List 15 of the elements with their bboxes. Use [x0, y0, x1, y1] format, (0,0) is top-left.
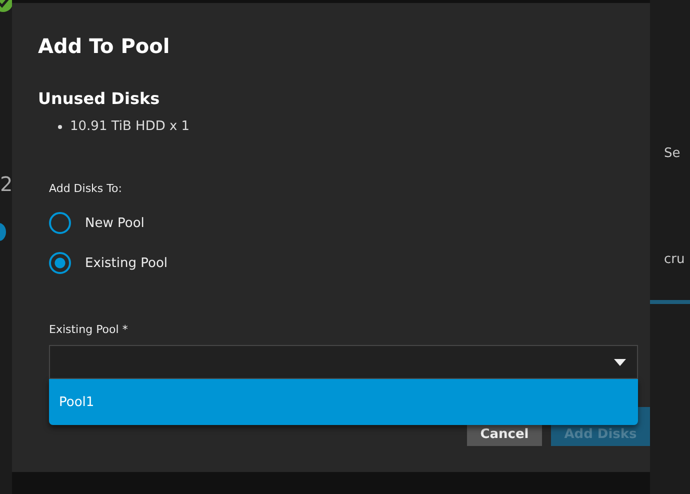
radio-icon[interactable]: [49, 252, 71, 274]
dropdown-option[interactable]: Pool1: [49, 379, 638, 425]
background-text: cru: [664, 251, 685, 269]
caret-icon: [614, 359, 626, 366]
disk-item: 10.91 TiB HDD x 1: [70, 118, 190, 136]
radio-icon[interactable]: [49, 212, 71, 234]
radio-option[interactable]: Existing Pool: [49, 252, 168, 274]
section-heading: Unused Disks: [38, 89, 160, 109]
radio-option[interactable]: New Pool: [49, 212, 144, 234]
field-label: Existing Pool *: [49, 323, 128, 336]
field-label: Add Disks To:: [49, 182, 122, 195]
background-number: 2: [0, 172, 12, 196]
background-text: Se: [664, 145, 680, 163]
dialog-title: Add To Pool: [38, 33, 170, 59]
bullet-icon: [58, 125, 62, 129]
